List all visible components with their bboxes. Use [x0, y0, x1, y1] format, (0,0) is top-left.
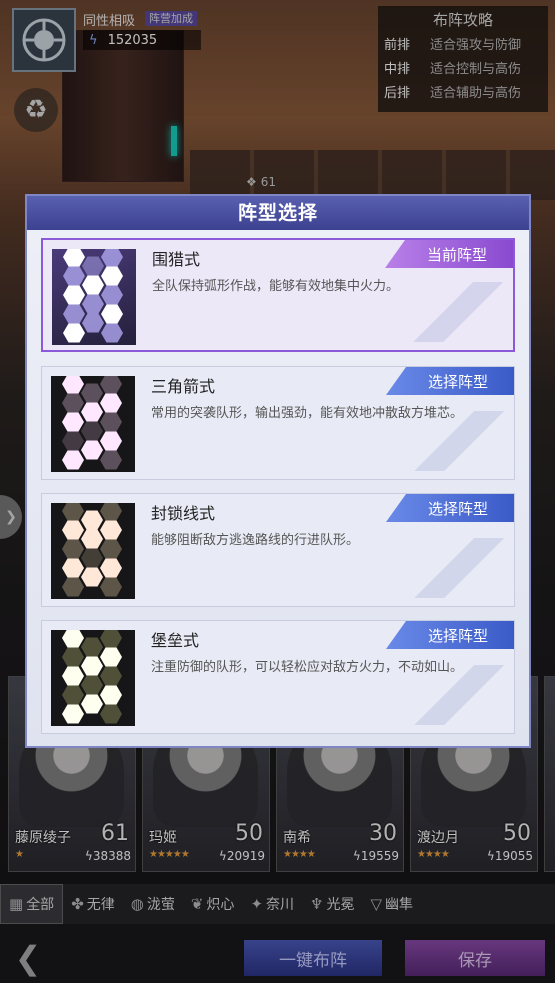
option-decoration: [413, 282, 503, 342]
hex-cell: [100, 558, 122, 578]
hex-cell: [63, 285, 85, 305]
hex-cell: [62, 520, 84, 540]
option-decoration: [414, 665, 504, 725]
hex-cell: [100, 520, 122, 540]
hex-cell: [100, 630, 122, 648]
formation-name: 三角箭式: [151, 377, 216, 396]
hex-cell: [81, 694, 103, 714]
hex-cell: [62, 539, 84, 559]
hex-cell: [101, 249, 123, 267]
formation-thumbnail: [51, 376, 135, 472]
hex-cell: [62, 666, 84, 686]
hex-cell: [81, 529, 103, 549]
hex-cell: [81, 548, 103, 568]
hex-cell: [101, 323, 123, 343]
formation-name: 封锁线式: [151, 504, 216, 523]
hex-cell: [62, 431, 84, 451]
hex-cell: [62, 412, 84, 432]
hex-cell: [100, 450, 122, 470]
hex-cell: [82, 294, 104, 314]
hex-cell: [81, 383, 103, 403]
formation-select-dialog: 阵型选择 围猎式 全队保持弧形作战，能够有效地集中火力。 当前阵型 三角箭式 常…: [25, 194, 531, 748]
hex-cell: [100, 577, 122, 597]
hex-cell: [100, 539, 122, 559]
formation-option[interactable]: 三角箭式 常用的突袭队形，输出强劲，能有效地冲散敌方堆芯。 选择阵型: [41, 366, 515, 480]
hex-cell: [81, 421, 103, 441]
hex-cell: [100, 376, 122, 394]
hex-cell: [82, 313, 104, 333]
hex-cell: [100, 704, 122, 724]
formation-name: 围猎式: [152, 250, 201, 269]
formation-thumbnail: [51, 630, 135, 726]
hex-cell: [62, 704, 84, 724]
hex-cell: [101, 285, 123, 305]
hex-cell: [81, 510, 103, 530]
hex-cell: [62, 393, 84, 413]
dialog-title: 阵型选择: [27, 196, 529, 230]
hex-cell: [62, 647, 84, 667]
hex-cell: [100, 412, 122, 432]
hex-cell: [62, 630, 84, 648]
hex-cell: [81, 440, 103, 460]
hex-cell: [63, 249, 85, 267]
formation-option-current[interactable]: 围猎式 全队保持弧形作战，能够有效地集中火力。 当前阵型: [41, 238, 515, 352]
hex-cell: [100, 503, 122, 521]
hex-cell: [62, 450, 84, 470]
current-formation-tag: 当前阵型: [385, 240, 513, 268]
hex-cell: [100, 393, 122, 413]
hex-formation-icon: [62, 503, 122, 597]
hex-cell: [62, 376, 84, 394]
hex-cell: [100, 666, 122, 686]
hex-cell: [101, 266, 123, 286]
formation-thumbnail: [51, 503, 135, 599]
formation-option[interactable]: 封锁线式 能够阻断敌方逃逸路线的行进队形。 选择阵型: [41, 493, 515, 607]
hex-cell: [100, 685, 122, 705]
hex-cell: [81, 402, 103, 422]
hex-cell: [101, 304, 123, 324]
select-formation-button[interactable]: 选择阵型: [386, 494, 514, 522]
hex-cell: [82, 256, 104, 276]
hex-cell: [81, 675, 103, 695]
formation-option[interactable]: 堡垒式 注重防御的队形，可以轻松应对敌方火力，不动如山。 选择阵型: [41, 620, 515, 734]
hex-cell: [63, 266, 85, 286]
hex-cell: [62, 558, 84, 578]
hex-formation-icon: [62, 376, 122, 470]
hex-formation-icon: [63, 249, 123, 343]
hex-cell: [63, 323, 85, 343]
formation-name: 堡垒式: [151, 631, 200, 650]
hex-cell: [100, 431, 122, 451]
select-formation-button[interactable]: 选择阵型: [386, 367, 514, 395]
hex-cell: [100, 647, 122, 667]
hex-cell: [62, 685, 84, 705]
option-decoration: [414, 411, 504, 471]
option-decoration: [414, 538, 504, 598]
formation-thumbnail: [52, 249, 136, 345]
hex-cell: [62, 503, 84, 521]
hex-cell: [81, 567, 103, 587]
hex-formation-icon: [62, 630, 122, 724]
hex-cell: [82, 275, 104, 295]
hex-cell: [62, 577, 84, 597]
select-formation-button[interactable]: 选择阵型: [386, 621, 514, 649]
hex-cell: [63, 304, 85, 324]
hex-cell: [81, 637, 103, 657]
hex-cell: [81, 656, 103, 676]
